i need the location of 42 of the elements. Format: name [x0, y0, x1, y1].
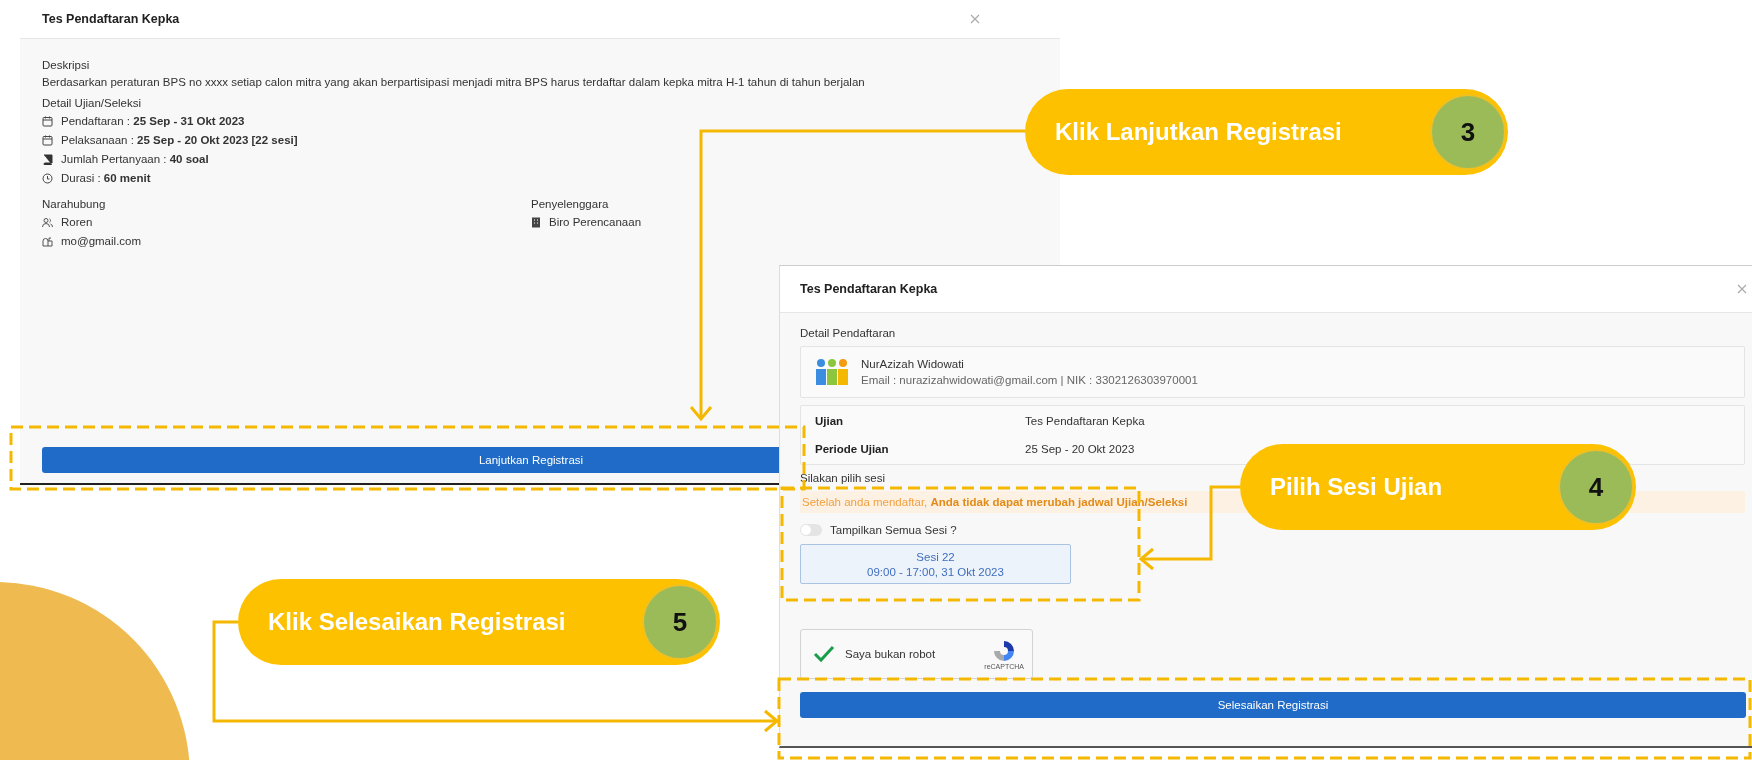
field-value: Tes Pendaftaran Kepka	[1025, 415, 1145, 427]
people-icon	[42, 216, 53, 228]
clock-icon	[42, 172, 53, 184]
step-number: 4	[1558, 449, 1634, 525]
section-label: Narahubung	[42, 198, 107, 210]
detail-text: Durasi : 60 menit	[61, 172, 151, 184]
building-icon	[531, 216, 541, 228]
dialog-title: Tes Pendaftaran Kepka	[42, 12, 180, 26]
detail-text: Jumlah Pertanyaan : 40 soal	[61, 153, 209, 165]
description-text: Berdasarkan peraturan BPS no xxxx setiap calon mitra yang akan berpartisipasi menjadi mitra BPS harus terdaftar dalam kepka mitra H-1 tahun di tahun berjalan	[42, 76, 866, 88]
close-icon[interactable]	[1737, 284, 1747, 294]
contact-name: Roren	[61, 216, 93, 228]
captcha-label: Saya bukan robot	[845, 648, 936, 660]
people-logo-icon	[815, 358, 849, 386]
session-time: 09:00 - 17:00, 31 Okt 2023	[867, 565, 1004, 578]
contact-email: mo@gmail.com	[61, 235, 142, 247]
close-icon[interactable]	[970, 14, 980, 24]
detail-text: Pelaksanaan : 25 Sep - 20 Okt 2023 [22 sesi]	[61, 134, 298, 146]
section-label: Penyelenggara	[531, 198, 610, 210]
section-label: Detail Ujian/Seleksi	[42, 97, 143, 109]
organizer-name: Biro Perencanaan	[549, 216, 642, 228]
captcha-logo-icon	[992, 638, 1017, 663]
toggle-switch[interactable]	[800, 524, 822, 536]
dialog-title: Tes Pendaftaran Kepka	[800, 282, 938, 296]
field-value: 25 Sep - 20 Okt 2023	[1025, 443, 1135, 455]
calendar-icon	[42, 134, 53, 146]
session-prompt: Silakan pilih sesi	[800, 472, 886, 484]
field-label: Ujian	[815, 415, 845, 427]
user-name: NurAzizah Widowati	[861, 358, 965, 370]
toggle-label: Tampilkan Semua Sesi ?	[830, 524, 957, 536]
session-name: Sesi 22	[916, 550, 955, 563]
step-number: 3	[1430, 94, 1506, 170]
section-label: Detail Pendaftaran	[800, 327, 897, 339]
detail-text: Pendaftaran : 25 Sep - 31 Okt 2023	[61, 115, 245, 127]
callout-text: Klik Selesaikan Registrasi	[268, 608, 566, 636]
session-option[interactable]: Sesi 22 09:00 - 17:00, 31 Okt 2023	[800, 544, 1071, 584]
step-number: 5	[642, 584, 718, 660]
calendar-icon	[42, 115, 53, 127]
finish-button[interactable]: Selesaikan Registrasi	[800, 692, 1746, 718]
user-contact-text: Email : nurazizahwidowati@gmail.com | NIK : 3302126303970001	[861, 374, 1198, 386]
callout-text: Klik Lanjutkan Registrasi	[1055, 118, 1342, 146]
section-label: Deskripsi	[42, 59, 91, 71]
